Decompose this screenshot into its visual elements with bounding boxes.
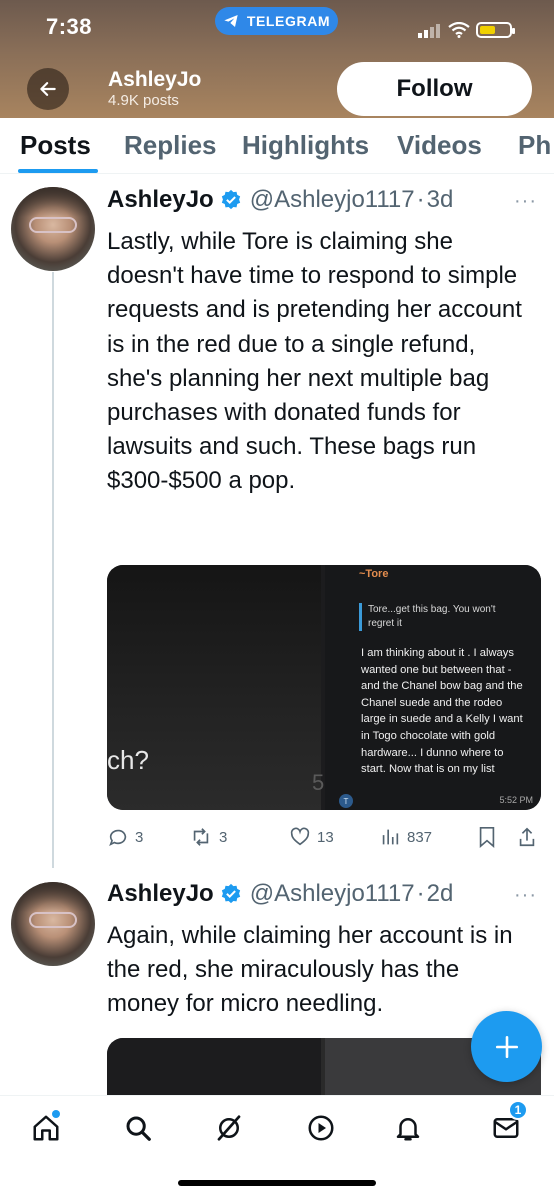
media-left-digit: 5 [312, 770, 325, 795]
nav-search[interactable] [120, 1110, 156, 1146]
home-unread-dot [52, 1110, 60, 1118]
header-profile-name: AshleyJo [108, 68, 202, 91]
chat-avatar: T [339, 794, 353, 808]
profile-tabs: Posts Replies Highlights Videos Ph [0, 118, 554, 174]
repost-count: 3 [219, 828, 228, 846]
battery-fill [480, 26, 496, 34]
tweet-handle[interactable]: @Ashleyjo1117 [250, 880, 415, 908]
wifi-icon [448, 22, 470, 38]
glasses-detail [29, 912, 77, 928]
messages-badge: 1 [508, 1100, 528, 1120]
back-button[interactable] [27, 68, 69, 110]
notifications-icon [396, 1118, 420, 1141]
tweet-age[interactable]: 2d [427, 880, 454, 908]
arrow-left-icon [40, 82, 56, 96]
communities-icon [308, 1115, 334, 1141]
avatar[interactable] [11, 882, 95, 966]
chat-time: 5:52 PM [499, 795, 533, 805]
more-options-icon[interactable]: ··· [514, 884, 537, 907]
search-icon [126, 1116, 151, 1141]
reply-count: 3 [135, 828, 144, 846]
media-image-left[interactable] [107, 1038, 321, 1098]
home-indicator [178, 1180, 376, 1186]
nav-home[interactable] [28, 1110, 64, 1146]
status-bar: 7:38 TELEGRAM [0, 0, 554, 44]
cellular-signal-icon [418, 24, 440, 38]
paper-plane-icon [224, 15, 238, 27]
media-image-left[interactable]: ch? 5 [107, 565, 325, 810]
status-icons [418, 20, 515, 40]
like-count: 13 [317, 828, 334, 846]
tweet-text: Again, while claiming her account is in … [107, 922, 513, 1018]
plus-icon [495, 1035, 518, 1058]
avatar[interactable] [11, 187, 95, 271]
share-icon [519, 827, 535, 847]
more-options-icon[interactable]: ··· [514, 190, 537, 213]
follow-button[interactable]: Follow [337, 62, 532, 116]
view-count: 837 [407, 828, 433, 846]
reply-icon [109, 829, 127, 847]
like-button[interactable]: 13 [289, 826, 334, 848]
chat-quote: Tore...get this bag. You won't regret it [359, 603, 519, 631]
header-post-count: 4.9K posts [108, 92, 179, 109]
views-icon [382, 829, 399, 845]
verified-badge-icon [220, 189, 242, 211]
chat-sender: ~Tore [359, 568, 389, 580]
tweet-header: AshleyJo @Ashleyjo1117 · 2d [107, 880, 454, 908]
heart-icon [290, 827, 310, 846]
tweet-age[interactable]: 3d [427, 186, 454, 214]
tweet-handle[interactable]: @Ashleyjo1117 [250, 186, 415, 214]
battery-icon [476, 22, 515, 38]
tab-videos[interactable]: Videos [397, 130, 482, 161]
reply-button[interactable]: 3 [107, 826, 143, 848]
share-button[interactable] [517, 826, 537, 848]
tab-highlights[interactable]: Highlights [242, 130, 369, 161]
tweet-media[interactable]: ch? 5 ~Tore Tore...get this bag. You won… [107, 565, 541, 810]
nav-grok[interactable] [211, 1110, 247, 1146]
status-time: 7:38 [46, 14, 93, 39]
telegram-label: TELEGRAM [246, 13, 331, 29]
nav-messages[interactable]: 1 [488, 1100, 528, 1146]
active-tab-indicator [18, 169, 98, 173]
tweet-author-name[interactable]: AshleyJo [107, 186, 214, 214]
tweet-actions: 3 3 13 837 [107, 826, 541, 850]
views-button[interactable]: 837 [379, 826, 432, 848]
profile-header: 7:38 TELEGRAM AshleyJo 4.9K posts Follow [0, 0, 554, 118]
chat-message: I am thinking about it . I always wanted… [361, 647, 523, 776]
tweet-text: Lastly, while Tore is claiming she doesn… [107, 228, 522, 495]
telegram-pill[interactable]: TELEGRAM [215, 7, 338, 35]
media-left-text: ch? [107, 745, 149, 775]
repost-button[interactable]: 3 [189, 826, 227, 848]
tab-posts[interactable]: Posts [20, 130, 91, 161]
media-image-right[interactable]: ~Tore Tore...get this bag. You won't reg… [325, 565, 541, 810]
tweet-header: AshleyJo @Ashleyjo1117 · 3d [107, 186, 454, 214]
tab-photos[interactable]: Ph [518, 130, 551, 161]
nav-communities[interactable] [303, 1110, 339, 1146]
bookmark-icon [479, 827, 495, 848]
grok-icon [217, 1115, 241, 1141]
verified-badge-icon [220, 883, 242, 905]
nav-notifications[interactable] [390, 1110, 426, 1146]
compose-post-button[interactable] [471, 1011, 542, 1082]
tab-replies[interactable]: Replies [124, 130, 217, 161]
repost-icon [193, 828, 209, 846]
thread-line [52, 272, 54, 868]
tweet-author-name[interactable]: AshleyJo [107, 880, 214, 908]
bookmark-button[interactable] [477, 826, 497, 848]
glasses-detail [29, 217, 77, 233]
